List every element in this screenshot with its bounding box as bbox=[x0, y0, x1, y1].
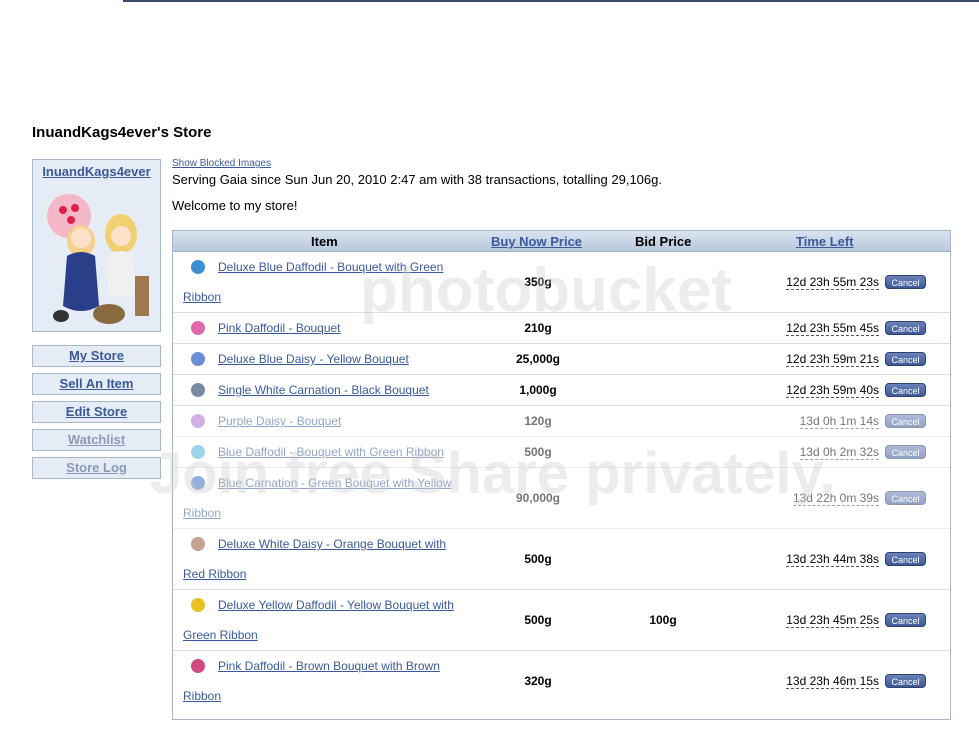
item-link[interactable]: Pink Daffodil - Bouquet bbox=[183, 313, 468, 343]
buy-now-price: 500g bbox=[524, 552, 552, 566]
cancel-button[interactable]: Cancel bbox=[885, 383, 926, 397]
time-left: 13d 22h 0m 39s bbox=[792, 491, 879, 506]
avatar-panel: InuandKags4ever bbox=[32, 159, 161, 332]
table-row: Pink Daffodil - Brown Bouquet with Brown… bbox=[173, 651, 950, 711]
buy-now-price: 25,000g bbox=[515, 352, 561, 366]
buy-now-price: 500g bbox=[524, 445, 552, 459]
cancel-button[interactable]: Cancel bbox=[885, 321, 926, 335]
time-left: 13d 23h 45m 25s bbox=[786, 613, 879, 628]
item-link[interactable]: Pink Daffodil - Brown Bouquet with Brown… bbox=[183, 651, 468, 711]
item-link[interactable]: Deluxe Blue Daisy - Yellow Bouquet bbox=[183, 344, 468, 374]
time-left: 12d 23h 55m 23s bbox=[786, 275, 879, 290]
cancel-button[interactable]: Cancel bbox=[885, 414, 926, 428]
table-row: Deluxe Yellow Daffodil - Yellow Bouquet … bbox=[173, 590, 950, 651]
table-row: Purple Daisy - Bouquet 120g 13d 0h 1m 14… bbox=[173, 406, 950, 437]
nav-sell-an-item[interactable]: Sell An Item bbox=[32, 373, 161, 395]
buy-now-price: 1,000g bbox=[519, 383, 557, 397]
welcome-message: Welcome to my store! bbox=[172, 198, 298, 213]
buy-now-price: 210g bbox=[524, 321, 552, 335]
table-row: Single White Carnation - Black Bouquet 1… bbox=[173, 375, 950, 406]
table-row: Deluxe Blue Daffodil - Bouquet with Gree… bbox=[173, 252, 950, 313]
store-nav: My Store Sell An Item Edit Store Watchli… bbox=[32, 345, 161, 485]
item-link[interactable]: Blue Carnation - Green Bouquet with Yell… bbox=[183, 468, 468, 528]
header-time-left[interactable]: Time Left bbox=[796, 234, 854, 249]
cancel-button[interactable]: Cancel bbox=[885, 445, 926, 459]
table-row: Blue Daffodil - Bouquet with Green Ribbo… bbox=[173, 437, 950, 468]
time-left: 13d 23h 46m 15s bbox=[786, 674, 879, 689]
buy-now-price: 90,000g bbox=[515, 491, 561, 505]
nav-watchlist[interactable]: Watchlist bbox=[32, 429, 161, 451]
header-item: Item bbox=[311, 234, 338, 249]
item-link[interactable]: Deluxe Blue Daffodil - Bouquet with Gree… bbox=[183, 252, 468, 312]
buy-now-price: 120g bbox=[524, 414, 552, 428]
item-link[interactable]: Single White Carnation - Black Bouquet bbox=[183, 375, 468, 405]
time-left: 13d 23h 44m 38s bbox=[786, 552, 879, 567]
item-link[interactable]: Blue Daffodil - Bouquet with Green Ribbo… bbox=[183, 437, 468, 467]
header-bid-price: Bid Price bbox=[635, 234, 692, 249]
time-left: 12d 23h 59m 21s bbox=[786, 352, 879, 367]
table-header: Item Buy Now Price Bid Price Time Left bbox=[173, 231, 950, 252]
time-left: 13d 0h 2m 32s bbox=[799, 445, 879, 460]
top-border bbox=[123, 0, 979, 2]
show-blocked-images-link[interactable]: Show Blocked Images bbox=[172, 158, 271, 169]
buy-now-price: 320g bbox=[524, 674, 552, 688]
owner-profile-link[interactable]: InuandKags4ever bbox=[33, 164, 160, 179]
nav-my-store[interactable]: My Store bbox=[32, 345, 161, 367]
buy-now-price: 350g bbox=[524, 275, 552, 289]
cancel-button[interactable]: Cancel bbox=[885, 275, 926, 289]
bid-price: 100g bbox=[649, 613, 677, 627]
table-row: Deluxe Blue Daisy - Yellow Bouquet 25,00… bbox=[173, 344, 950, 375]
store-items-table: Item Buy Now Price Bid Price Time Left D… bbox=[172, 230, 951, 720]
nav-edit-store[interactable]: Edit Store bbox=[32, 401, 161, 423]
nav-store-log[interactable]: Store Log bbox=[32, 457, 161, 479]
item-link[interactable]: Deluxe White Daisy - Orange Bouquet with… bbox=[183, 529, 468, 589]
cancel-button[interactable]: Cancel bbox=[885, 552, 926, 566]
cancel-button[interactable]: Cancel bbox=[885, 491, 926, 505]
cancel-button[interactable]: Cancel bbox=[885, 613, 926, 627]
time-left: 12d 23h 55m 45s bbox=[786, 321, 879, 336]
cancel-button[interactable]: Cancel bbox=[885, 674, 926, 688]
store-stats: Serving Gaia since Sun Jun 20, 2010 2:47… bbox=[172, 172, 662, 187]
header-buy-now-price[interactable]: Buy Now Price bbox=[491, 234, 582, 249]
avatar[interactable] bbox=[41, 186, 153, 328]
time-left: 12d 23h 59m 40s bbox=[786, 383, 879, 398]
cancel-button[interactable]: Cancel bbox=[885, 352, 926, 366]
table-row: Pink Daffodil - Bouquet 210g 12d 23h 55m… bbox=[173, 313, 950, 344]
page-title: InuandKags4ever's Store bbox=[32, 124, 212, 141]
table-row: Blue Carnation - Green Bouquet with Yell… bbox=[173, 468, 950, 529]
time-left: 13d 0h 1m 14s bbox=[799, 414, 879, 429]
item-link[interactable]: Deluxe Yellow Daffodil - Yellow Bouquet … bbox=[183, 590, 468, 650]
item-link[interactable]: Purple Daisy - Bouquet bbox=[183, 406, 468, 436]
table-row: Deluxe White Daisy - Orange Bouquet with… bbox=[173, 529, 950, 590]
buy-now-price: 500g bbox=[524, 613, 552, 627]
